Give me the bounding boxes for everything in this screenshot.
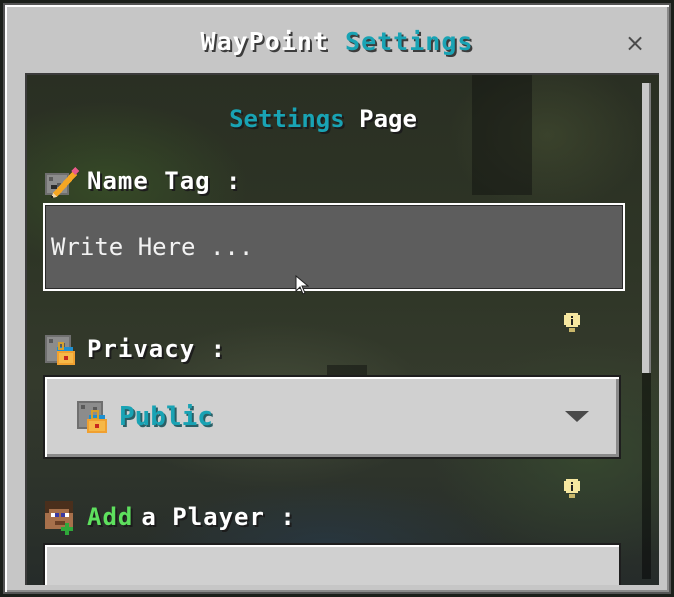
window-title-settings: Settings [345, 27, 474, 56]
mouse-cursor-icon [295, 274, 310, 295]
player-add-icon [43, 499, 79, 535]
name-tag-label-row: Name Tag : [43, 161, 242, 201]
page-heading-page: Page [359, 105, 417, 133]
chevron-down-icon[interactable] [565, 411, 589, 422]
lock-icon [43, 331, 79, 367]
privacy-info-icon[interactable] [563, 311, 581, 335]
privacy-label-row: Privacy : [43, 329, 226, 369]
window-title-waypoint: WayPoint [200, 27, 329, 56]
scrollbar-thumb[interactable] [642, 83, 651, 373]
background-tree-1 [472, 75, 532, 195]
close-button[interactable]: × [621, 29, 649, 57]
name-tag-label: Name Tag : [87, 167, 242, 195]
lock-icon [75, 399, 111, 435]
add-player-label-add: Add [87, 503, 134, 531]
name-tag-input[interactable] [43, 203, 625, 291]
privacy-selected-value: Public [119, 402, 213, 432]
page-heading-settings: Settings [229, 105, 345, 133]
window-title: WayPoint Settings [5, 27, 669, 56]
privacy-dropdown[interactable]: Public [43, 375, 621, 459]
add-player-info-icon[interactable] [563, 477, 581, 501]
waypoint-settings-window: WayPoint Settings × Settings Page Name T… [3, 3, 671, 594]
privacy-label: Privacy : [87, 335, 227, 363]
page-heading: Settings Page [27, 105, 619, 133]
pencil-icon [43, 163, 79, 199]
scrollbar-track[interactable] [642, 373, 651, 579]
add-player-label-rest: a Player : [141, 503, 296, 531]
settings-scroll-area[interactable]: Settings Page Name Tag : Write Here ... … [25, 73, 659, 585]
add-player-label-row: Add a Player : [43, 497, 296, 537]
add-player-field[interactable] [43, 543, 621, 585]
